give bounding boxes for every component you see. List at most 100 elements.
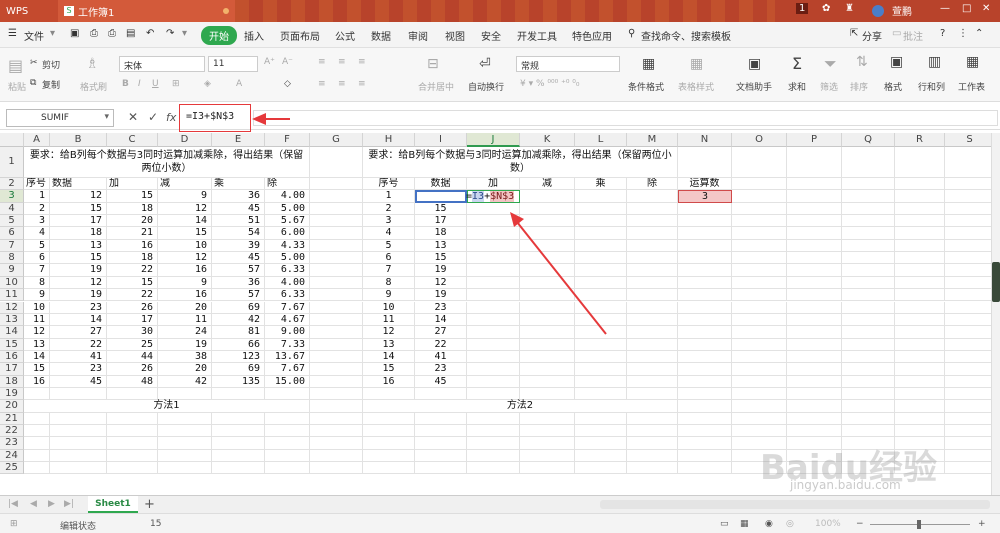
cell[interactable] <box>310 147 363 178</box>
cell[interactable] <box>265 437 310 450</box>
cell[interactable] <box>842 338 895 351</box>
cell[interactable] <box>363 412 415 425</box>
method1-header[interactable]: 减 <box>158 178 212 191</box>
cell[interactable] <box>787 289 842 302</box>
zoom-in-icon[interactable]: + <box>978 519 986 529</box>
minimize-icon[interactable]: — <box>940 3 950 14</box>
row-header[interactable]: 25 <box>0 462 24 475</box>
method1-cell[interactable]: 11 <box>24 313 50 327</box>
cell[interactable] <box>415 462 467 475</box>
cell[interactable] <box>575 326 627 339</box>
cell[interactable] <box>107 449 158 463</box>
cut-icon[interactable]: ✂ <box>30 58 38 68</box>
method1-cell[interactable]: 10 <box>158 239 212 253</box>
cell[interactable] <box>678 449 732 463</box>
zoom-level[interactable]: 100% <box>815 519 841 529</box>
method1-cell[interactable]: 12 <box>24 326 50 339</box>
paste-icon[interactable]: ▤ <box>8 56 23 75</box>
user-name[interactable]: 萱鹏 <box>892 3 912 18</box>
cell[interactable] <box>945 202 995 216</box>
reference-cell-i3[interactable] <box>415 190 467 203</box>
collapse-ribbon-icon[interactable]: ⌃ <box>975 28 983 39</box>
cell[interactable] <box>787 313 842 327</box>
cell[interactable] <box>895 338 945 351</box>
method2-seq[interactable]: 7 <box>363 264 415 277</box>
cell[interactable] <box>627 462 678 475</box>
cell[interactable] <box>415 412 467 425</box>
row-header[interactable]: 10 <box>0 276 24 290</box>
cell[interactable] <box>415 425 467 438</box>
method1-cell[interactable]: 4.00 <box>265 276 310 290</box>
method1-cell[interactable]: 45 <box>50 375 107 388</box>
method2-data[interactable]: 23 <box>415 301 467 314</box>
cell[interactable] <box>842 147 895 178</box>
row-header[interactable]: 12 <box>0 301 24 314</box>
cell[interactable] <box>520 190 575 203</box>
cell[interactable] <box>678 215 732 228</box>
cell[interactable] <box>732 363 787 376</box>
cell[interactable] <box>158 425 212 438</box>
cell[interactable] <box>520 338 575 351</box>
method2-header[interactable]: 加 <box>467 178 520 191</box>
cell[interactable] <box>575 227 627 240</box>
method1-cell[interactable]: 16 <box>158 264 212 277</box>
cell[interactable] <box>842 400 895 413</box>
cell[interactable] <box>895 252 945 265</box>
cell[interactable] <box>678 363 732 376</box>
method2-data[interactable]: 23 <box>415 363 467 376</box>
zoom-out-icon[interactable]: − <box>856 519 864 529</box>
method1-cell[interactable]: 45 <box>212 252 265 265</box>
method2-seq[interactable]: 16 <box>363 375 415 388</box>
cell[interactable] <box>842 190 895 203</box>
cell[interactable] <box>310 462 363 475</box>
cell[interactable] <box>732 313 787 327</box>
method1-cell[interactable]: 7 <box>24 264 50 277</box>
row-header[interactable]: 21 <box>0 412 24 425</box>
format-painter-icon[interactable]: ♗ <box>86 56 99 72</box>
cell[interactable] <box>363 462 415 475</box>
cell[interactable] <box>467 227 520 240</box>
cell[interactable] <box>678 239 732 253</box>
method2-data[interactable]: 13 <box>415 239 467 253</box>
cell[interactable] <box>732 276 787 290</box>
vertical-scrollbar[interactable] <box>991 133 1000 495</box>
method2-seq[interactable]: 11 <box>363 313 415 327</box>
cell[interactable] <box>945 400 995 413</box>
cell[interactable] <box>787 363 842 376</box>
method2-data[interactable]: 22 <box>415 338 467 351</box>
method1-cell[interactable]: 14 <box>24 350 50 364</box>
cell[interactable] <box>520 350 575 364</box>
method1-cell[interactable]: 10 <box>24 301 50 314</box>
cell[interactable] <box>945 350 995 364</box>
method1-cell[interactable]: 12 <box>50 276 107 290</box>
cell[interactable] <box>467 449 520 463</box>
method2-data[interactable]: 15 <box>415 202 467 216</box>
cell[interactable] <box>732 190 787 203</box>
cell[interactable] <box>467 252 520 265</box>
method2-data[interactable]: 19 <box>415 289 467 302</box>
column-header[interactable]: R <box>895 133 945 147</box>
tab-start[interactable]: 开始 <box>201 26 237 45</box>
cell[interactable] <box>310 350 363 364</box>
formula-input-area[interactable] <box>253 110 998 126</box>
cell[interactable] <box>678 326 732 339</box>
method1-cell[interactable]: 36 <box>212 190 265 203</box>
method1-cell[interactable]: 4.33 <box>265 239 310 253</box>
settings-icon[interactable]: ⋮ <box>958 28 968 39</box>
row-header[interactable]: 16 <box>0 350 24 364</box>
cell[interactable] <box>678 276 732 290</box>
cell[interactable] <box>520 289 575 302</box>
method1-cell[interactable]: 12 <box>50 190 107 203</box>
cell[interactable] <box>520 202 575 216</box>
cell[interactable] <box>575 387 627 401</box>
column-header[interactable]: M <box>627 133 678 147</box>
paste-button[interactable]: 粘贴 <box>8 80 26 93</box>
cell[interactable] <box>310 252 363 265</box>
cell[interactable] <box>520 387 575 401</box>
cell[interactable] <box>363 425 415 438</box>
cut-button[interactable]: 剪切 <box>42 58 60 71</box>
tab-developer[interactable]: 开发工具 <box>517 28 557 43</box>
reading-mode-icon[interactable]: ◉ <box>765 519 773 529</box>
cell[interactable] <box>842 301 895 314</box>
cell[interactable] <box>575 289 627 302</box>
